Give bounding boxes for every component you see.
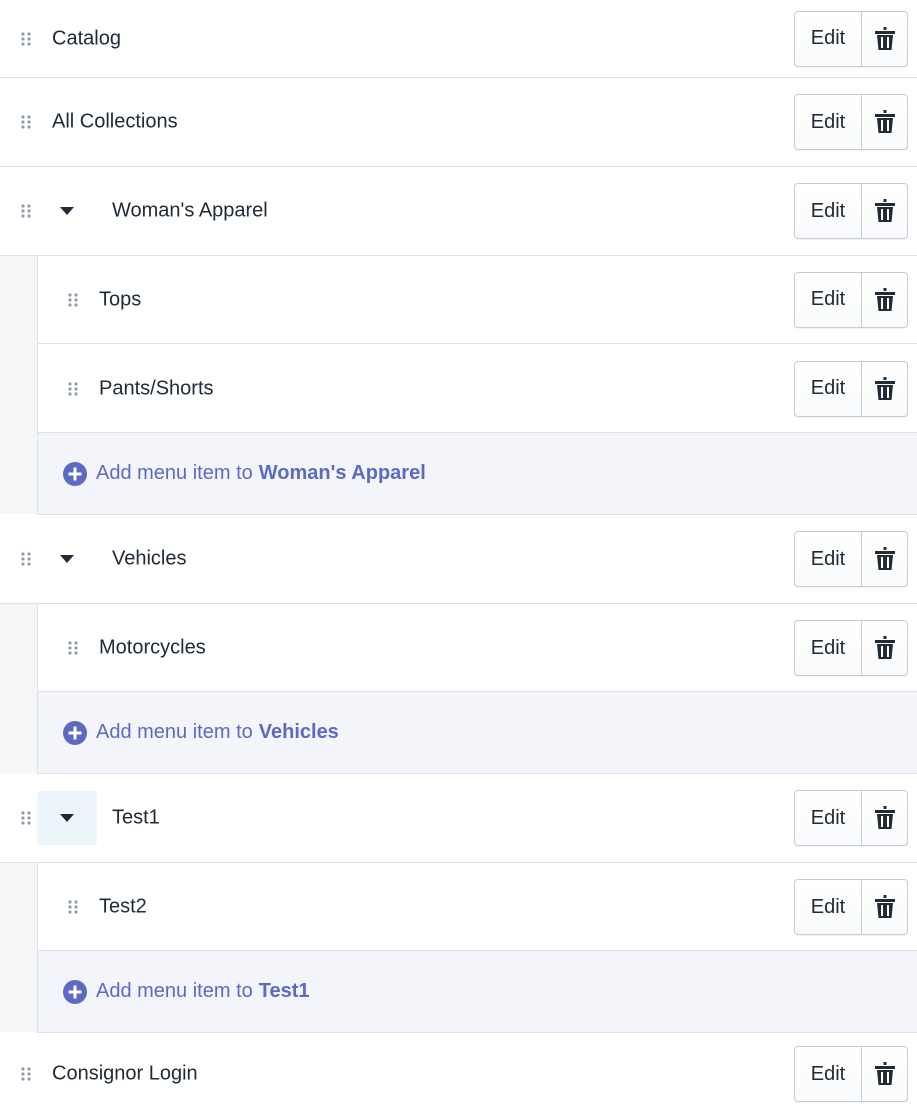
delete-button[interactable]: [862, 621, 907, 675]
add-target-name: Vehicles: [258, 721, 339, 743]
menu-item-motorcycles[interactable]: Motorcycles Edit: [37, 604, 917, 692]
nested-group-gutter: [0, 255, 37, 514]
item-actions: Edit: [794, 360, 908, 417]
caret-down-icon: [60, 814, 74, 822]
nested-group-gutter: [0, 603, 37, 773]
item-actions: Edit: [794, 183, 908, 239]
menu-item-label: Consignor Login: [52, 1062, 198, 1085]
trash-icon: [874, 547, 895, 570]
trash-icon: [874, 110, 895, 133]
edit-button[interactable]: Edit: [795, 11, 862, 66]
menu-item-tops[interactable]: Tops Edit: [37, 256, 917, 344]
nested-group-gutter: [0, 862, 37, 1032]
menu-item-label: Test1: [112, 806, 160, 829]
trash-icon: [874, 895, 895, 918]
drag-handle-icon[interactable]: [21, 1067, 31, 1081]
menu-item-pants-shorts[interactable]: Pants/Shorts Edit: [37, 344, 917, 433]
edit-button[interactable]: Edit: [795, 532, 862, 586]
item-actions: Edit: [794, 271, 908, 328]
caret-down-icon: [60, 207, 74, 215]
drag-handle-icon[interactable]: [21, 552, 31, 566]
edit-button[interactable]: Edit: [795, 621, 862, 675]
plus-circle-icon: [63, 979, 87, 1004]
menu-item-test2[interactable]: Test2 Edit: [37, 863, 917, 951]
edit-button[interactable]: Edit: [795, 95, 862, 149]
edit-button[interactable]: Edit: [795, 272, 862, 327]
add-menu-item-row: Add menu item to Woman's Apparel: [37, 432, 917, 515]
caret-down-icon: [60, 555, 74, 563]
menu-item-womans-apparel[interactable]: Woman's Apparel Edit: [0, 167, 917, 256]
trash-icon: [874, 287, 895, 311]
add-menu-item-link[interactable]: Add menu item to Woman's Apparel: [63, 461, 426, 486]
navigation-menu-tree: Catalog Edit All Collections Edit Woman'…: [0, 0, 917, 1115]
edit-button[interactable]: Edit: [795, 184, 862, 238]
menu-item-consignor-login[interactable]: Consignor Login Edit: [0, 1033, 917, 1115]
add-prefix-text: Add menu item to: [96, 721, 253, 743]
add-prefix-text: Add menu item to: [96, 980, 253, 1002]
drag-handle-icon[interactable]: [21, 811, 31, 825]
add-menu-item-row: Add menu item to Test1: [37, 950, 917, 1033]
add-menu-item-link[interactable]: Add menu item to Vehicles: [63, 720, 339, 745]
drag-handle-icon[interactable]: [21, 31, 31, 46]
trash-icon: [874, 376, 895, 400]
item-actions: Edit: [794, 620, 908, 676]
item-actions: Edit: [794, 1046, 908, 1102]
menu-item-test1[interactable]: Test1 Edit: [0, 774, 917, 863]
drag-handle-icon[interactable]: [68, 641, 78, 655]
delete-button[interactable]: [862, 273, 907, 327]
menu-item-vehicles[interactable]: Vehicles Edit: [0, 515, 917, 604]
delete-button[interactable]: [862, 362, 907, 416]
menu-item-label: Test2: [99, 895, 147, 918]
collapse-toggle[interactable]: [37, 184, 97, 238]
trash-icon: [874, 1062, 895, 1085]
menu-item-label: Woman's Apparel: [112, 199, 268, 222]
item-actions: Edit: [794, 531, 908, 587]
trash-icon: [874, 26, 895, 50]
edit-button[interactable]: Edit: [795, 880, 862, 934]
delete-button[interactable]: [862, 1047, 907, 1101]
trash-icon: [874, 199, 895, 222]
item-actions: Edit: [794, 879, 908, 935]
plus-circle-icon: [63, 461, 87, 486]
item-actions: Edit: [794, 10, 908, 67]
delete-button[interactable]: [862, 880, 907, 934]
menu-item-all-collections[interactable]: All Collections Edit: [0, 78, 917, 167]
menu-item-label: Vehicles: [112, 547, 187, 570]
delete-button[interactable]: [862, 532, 907, 586]
menu-item-label: Pants/Shorts: [99, 377, 214, 399]
delete-button[interactable]: [862, 184, 907, 238]
menu-item-label: Motorcycles: [99, 636, 206, 659]
add-menu-item-link[interactable]: Add menu item to Test1: [63, 979, 310, 1004]
edit-button[interactable]: Edit: [795, 791, 862, 845]
item-actions: Edit: [794, 790, 908, 846]
drag-handle-icon[interactable]: [68, 381, 78, 396]
delete-button[interactable]: [862, 95, 907, 149]
delete-button[interactable]: [862, 12, 907, 66]
plus-circle-icon: [63, 720, 87, 745]
add-target-name: Test1: [258, 980, 310, 1002]
menu-item-label: Catalog: [52, 27, 121, 49]
edit-button[interactable]: Edit: [795, 1047, 862, 1101]
drag-handle-icon[interactable]: [21, 115, 31, 129]
drag-handle-icon[interactable]: [21, 204, 31, 218]
edit-button[interactable]: Edit: [795, 361, 862, 416]
menu-item-label: Tops: [99, 288, 142, 310]
trash-icon: [874, 636, 895, 659]
add-target-name: Woman's Apparel: [258, 462, 426, 484]
collapse-toggle[interactable]: [37, 532, 97, 586]
add-prefix-text: Add menu item to: [96, 462, 253, 484]
add-menu-item-row: Add menu item to Vehicles: [37, 691, 917, 774]
drag-handle-icon[interactable]: [68, 900, 78, 914]
delete-button[interactable]: [862, 791, 907, 845]
item-actions: Edit: [794, 94, 908, 150]
drag-handle-icon[interactable]: [68, 292, 78, 307]
menu-item-catalog[interactable]: Catalog Edit: [0, 0, 917, 78]
collapse-toggle[interactable]: [37, 791, 97, 845]
trash-icon: [874, 806, 895, 829]
menu-item-label: All Collections: [52, 110, 178, 133]
